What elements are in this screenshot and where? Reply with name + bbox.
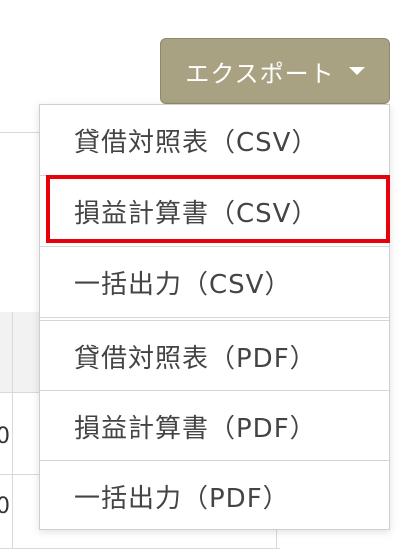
export-button-label: エクスポート bbox=[185, 59, 335, 88]
background-table-divider bbox=[12, 312, 13, 548]
menu-item-label: 一括出力（CSV） bbox=[74, 269, 292, 300]
menu-item-bulk-export-csv[interactable]: 一括出力（CSV） bbox=[40, 247, 389, 317]
export-menu: 貸借対照表（CSV） 損益計算書（CSV） 一括出力（CSV） 貸借対照表（PD… bbox=[39, 104, 390, 530]
caret-down-icon bbox=[348, 67, 365, 75]
menu-item-label: 貸借対照表（PDF） bbox=[74, 343, 317, 374]
export-button[interactable]: エクスポート bbox=[160, 38, 390, 104]
menu-item-balance-sheet-pdf[interactable]: 貸借対照表（PDF） bbox=[40, 321, 389, 391]
menu-item-income-statement-pdf[interactable]: 損益計算書（PDF） bbox=[40, 391, 389, 461]
menu-item-label: 損益計算書（CSV） bbox=[74, 198, 319, 229]
menu-item-income-statement-csv[interactable]: 損益計算書（CSV） bbox=[40, 176, 389, 246]
menu-item-label: 貸借対照表（CSV） bbox=[74, 127, 319, 158]
background-cell-value: 0 bbox=[0, 424, 10, 449]
menu-item-balance-sheet-csv[interactable]: 貸借対照表（CSV） bbox=[40, 105, 389, 175]
menu-item-label: 損益計算書（PDF） bbox=[74, 413, 317, 444]
menu-item-label: 一括出力（PDF） bbox=[74, 483, 290, 514]
menu-item-bulk-export-pdf[interactable]: 一括出力（PDF） bbox=[40, 461, 389, 531]
background-cell-value: 0 bbox=[0, 494, 10, 519]
